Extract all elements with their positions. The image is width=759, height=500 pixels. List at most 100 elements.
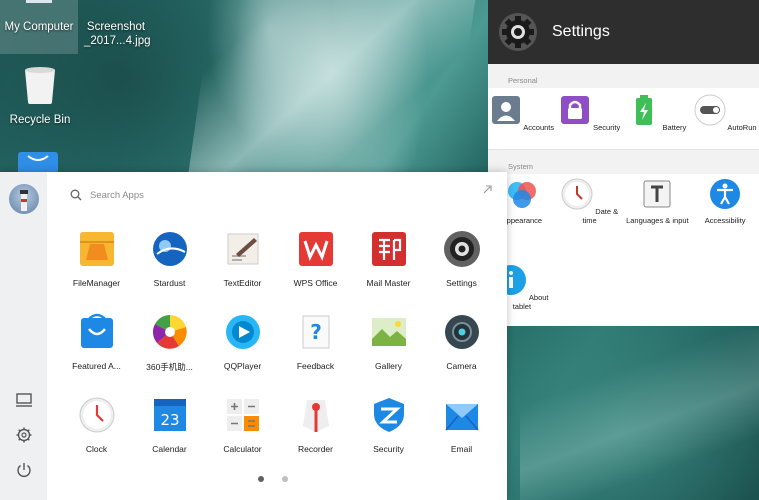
app-label: WPS Office [293,278,338,288]
page-dot-2[interactable] [282,476,288,482]
section-label-system: System [508,162,534,171]
app-label: Mail Master [366,278,411,288]
app-camera[interactable]: Camera [425,307,498,390]
app-search [70,186,490,204]
app-label: 360手机助... [146,362,193,372]
lighthouse-icon [20,190,28,211]
settings-gear-icon [443,231,480,267]
mail-master-icon [371,232,406,266]
settings-item-label: Security [593,123,621,132]
feedback-icon: ? [302,315,329,349]
desktop-icon-label: Recycle Bin [9,114,71,126]
app-label: FileManager [72,278,121,288]
keyboard-icon [643,180,671,208]
app-settings[interactable]: Settings [425,224,498,307]
store-bag-icon [18,152,58,174]
desktop-icon-label: Screenshot _2017...4.jpg [84,21,151,47]
app-qqplayer[interactable]: QQPlayer [206,307,279,390]
app-label: Camera [446,361,477,371]
page-indicator [258,476,288,482]
desktop-icon-store[interactable] [16,150,60,174]
email-icon [444,404,479,431]
accounts-icon [491,96,520,124]
system-settings-grid: Appearance Date & time Languages & input [488,174,759,326]
desktop-icon[interactable] [15,391,33,409]
app-label: Security [373,444,404,454]
app-label: Email [450,444,473,454]
computer-icon [26,0,52,3]
desktop-icon-recycle-bin[interactable]: Recycle Bin [4,60,76,127]
app-label: Stardust [153,278,186,288]
settings-item-battery[interactable]: Battery [624,88,692,149]
camera-icon [444,315,479,349]
personal-settings-row: Accounts Security Battery AutoRun [488,88,759,150]
settings-header: Settings [488,0,759,64]
drawer-sidebar [0,172,47,500]
app-stardust[interactable]: Stardust [133,224,206,307]
settings-item-label: Languages & input [626,216,689,225]
app-label: TextEditor [223,278,262,288]
wallpaper-wave [520,330,759,500]
settings-item-label: Accessibility [704,216,746,225]
app-file-manager[interactable]: FileManager [60,224,133,307]
app-wps-office[interactable]: WPS Office [279,224,352,307]
recycle-bin-icon [25,67,55,104]
settings-item-security[interactable]: Security [556,88,624,149]
settings-item-accessibility[interactable]: Accessibility [691,174,759,260]
settings-item-label: Appearance [501,216,543,225]
app-label: Featured A... [72,361,121,371]
calendar-day: 23 [160,411,179,429]
page-dot-1[interactable] [258,476,264,482]
appearance-icon [507,182,536,208]
app-label: Calendar [152,444,187,454]
desktop-icon-my-computer[interactable]: My Computer [0,0,78,54]
app-grid: FileManager Stardust TextEditor WPS Offi… [60,224,498,473]
search-input[interactable] [90,189,390,201]
app-recorder[interactable]: Recorder [279,390,352,473]
calculator-icon [226,399,259,431]
power-icon[interactable] [15,461,33,479]
qqplayer-icon [225,315,260,349]
settings-item-label: Battery [662,123,687,132]
expand-icon[interactable] [481,184,493,196]
app-drawer: FileManager Stardust TextEditor WPS Of [0,172,507,500]
file-manager-icon [79,232,114,266]
app-label: Feedback [296,361,335,371]
settings-item-date-time[interactable]: Date & time [556,174,624,260]
app-calendar[interactable]: 23 Calendar [133,390,206,473]
app-label: Calculator [223,444,262,454]
stardust-icon [152,232,187,266]
app-label: Recorder [298,444,333,454]
clock-app-icon [79,397,114,433]
settings-title: Settings [552,23,610,40]
settings-item-label: Accounts [523,123,555,132]
desktop-icon-screenshot[interactable]: Screenshot _2017...4.jpg [84,20,151,48]
app-feedback[interactable]: ? Feedback [279,307,352,390]
settings-item-languages-input[interactable]: Languages & input [624,174,692,260]
app-gallery[interactable]: Gallery [352,307,425,390]
app-text-editor[interactable]: TextEditor [206,224,279,307]
app-calculator[interactable]: Calculator [206,390,279,473]
settings-item-autorun[interactable]: AutoRun [691,88,759,149]
settings-window: Settings Personal Accounts Security Batt… [488,0,759,326]
app-security[interactable]: Security [352,390,425,473]
svg-text:?: ? [310,320,322,344]
avatar[interactable] [9,184,39,214]
wps-office-icon [298,232,333,266]
app-label: QQPlayer [223,361,262,371]
app-email[interactable]: Email [425,390,498,473]
desktop-icon-label: My Computer [4,21,74,33]
settings-item-accounts[interactable]: Accounts [488,88,556,149]
app-360-assistant[interactable]: 360手机助... [133,307,206,390]
app-label: Gallery [375,361,402,371]
calendar-icon: 23 [153,399,186,431]
recorder-icon [302,400,329,432]
app-clock[interactable]: Clock [60,390,133,473]
app-featured[interactable]: Featured A... [60,307,133,390]
shield-icon [373,398,404,432]
settings-item-label: AutoRun [727,123,757,132]
section-label-personal: Personal [508,76,538,85]
gear-icon[interactable] [15,426,33,444]
app-mail-master[interactable]: Mail Master [352,224,425,307]
gallery-icon [371,318,406,346]
